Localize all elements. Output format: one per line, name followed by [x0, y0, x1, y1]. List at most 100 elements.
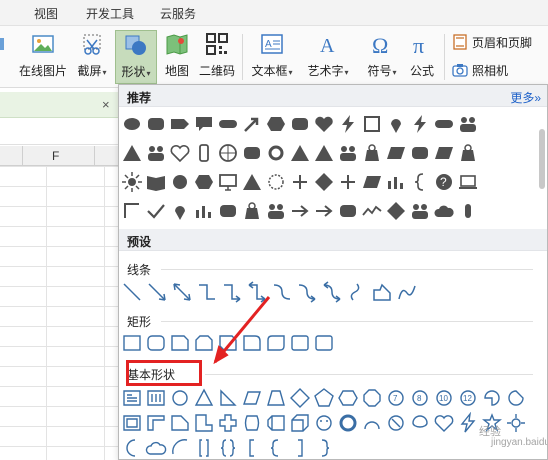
shape-option-icon[interactable]: [385, 171, 407, 193]
header-footer-button[interactable]: 页眉和页脚: [452, 32, 532, 52]
shape-option-icon[interactable]: [145, 200, 167, 222]
shape-option-icon[interactable]: [313, 113, 335, 135]
shape-option-icon[interactable]: [313, 171, 335, 193]
tab-developer[interactable]: 开发工具: [86, 5, 134, 22]
basic-shape-icon[interactable]: [289, 412, 311, 434]
formula-button[interactable]: π 公式: [404, 30, 440, 84]
shape-option-icon[interactable]: [457, 171, 479, 193]
basic-shape-icon[interactable]: [145, 387, 167, 409]
shape-option-icon[interactable]: [337, 200, 359, 222]
shape-option-icon[interactable]: [361, 113, 383, 135]
shape-option-icon[interactable]: [121, 200, 143, 222]
rect-shape-icon[interactable]: [265, 332, 287, 354]
basic-shape-icon[interactable]: [169, 412, 191, 434]
rect-shape-icon[interactable]: [217, 332, 239, 354]
basic-shape-icon[interactable]: [193, 437, 215, 459]
basic-shape-icon[interactable]: [241, 437, 263, 459]
shape-option-icon[interactable]: [265, 200, 287, 222]
basic-shape-icon[interactable]: [385, 412, 407, 434]
shape-option-icon[interactable]: [265, 142, 287, 164]
shapes-button[interactable]: 形状▾: [115, 30, 157, 84]
shape-option-icon[interactable]: [409, 171, 431, 193]
basic-shape-icon[interactable]: [313, 387, 335, 409]
shape-option-icon[interactable]: [337, 113, 359, 135]
camera-button[interactable]: 照相机: [452, 60, 508, 80]
basic-shape-icon[interactable]: [169, 437, 191, 459]
online-picture-button[interactable]: 在线图片: [14, 30, 72, 84]
shape-option-icon[interactable]: [169, 142, 191, 164]
line-shape-icon[interactable]: [271, 281, 293, 303]
shape-option-icon[interactable]: [169, 113, 191, 135]
shape-option-icon[interactable]: [193, 113, 215, 135]
qrcode-button[interactable]: 二维码: [196, 30, 238, 84]
shape-option-icon[interactable]: [121, 171, 143, 193]
line-shape-icon[interactable]: [321, 281, 343, 303]
shape-option-icon[interactable]: [193, 171, 215, 193]
rect-shape-icon[interactable]: [289, 332, 311, 354]
line-shape-icon[interactable]: [371, 281, 393, 303]
basic-shape-icon[interactable]: [145, 437, 167, 459]
basic-shape-icon[interactable]: [241, 387, 263, 409]
basic-shape-icon[interactable]: 10: [433, 387, 455, 409]
shape-option-icon[interactable]: [145, 171, 167, 193]
basic-shape-icon[interactable]: 12: [457, 387, 479, 409]
basic-shape-icon[interactable]: [217, 437, 239, 459]
line-shape-icon[interactable]: [171, 281, 193, 303]
shape-option-icon[interactable]: [385, 200, 407, 222]
shape-option-icon[interactable]: [337, 171, 359, 193]
basic-shape-icon[interactable]: [217, 387, 239, 409]
basic-shape-icon[interactable]: [337, 387, 359, 409]
shape-option-icon[interactable]: [385, 142, 407, 164]
shape-option-icon[interactable]: [145, 113, 167, 135]
basic-shape-icon[interactable]: [121, 387, 143, 409]
basic-shape-icon[interactable]: [289, 437, 311, 459]
line-shape-icon[interactable]: [396, 281, 418, 303]
shape-option-icon[interactable]: [193, 142, 215, 164]
map-button[interactable]: 地图: [160, 30, 194, 84]
line-shape-icon[interactable]: [146, 281, 168, 303]
line-shape-icon[interactable]: [246, 281, 268, 303]
basic-shape-icon[interactable]: [481, 387, 503, 409]
formula-bar[interactable]: [0, 119, 118, 145]
shape-option-icon[interactable]: [289, 171, 311, 193]
shape-option-icon[interactable]: [385, 113, 407, 135]
shape-option-icon[interactable]: [457, 200, 479, 222]
shape-option-icon[interactable]: [217, 113, 239, 135]
rect-shape-icon[interactable]: [241, 332, 263, 354]
shape-option-icon[interactable]: [217, 142, 239, 164]
line-shape-icon[interactable]: [296, 281, 318, 303]
shape-option-icon[interactable]: [169, 200, 191, 222]
basic-shape-icon[interactable]: [313, 437, 335, 459]
basic-shape-icon[interactable]: [241, 412, 263, 434]
shape-option-icon[interactable]: [313, 142, 335, 164]
basic-shape-icon[interactable]: [433, 412, 455, 434]
symbol-button[interactable]: Ω 符号▾: [362, 30, 402, 84]
panel-scrollbar[interactable]: [539, 109, 545, 439]
basic-shape-icon[interactable]: [145, 412, 167, 434]
shape-option-icon[interactable]: [313, 200, 335, 222]
line-shape-icon[interactable]: [196, 281, 218, 303]
shape-option-icon[interactable]: [337, 142, 359, 164]
rect-shape-icon[interactable]: [121, 332, 143, 354]
shape-option-icon[interactable]: [409, 200, 431, 222]
shape-option-icon[interactable]: [193, 200, 215, 222]
shape-option-icon[interactable]: [433, 200, 455, 222]
rect-shape-icon[interactable]: [193, 332, 215, 354]
cell-grid[interactable]: [0, 166, 118, 460]
basic-shape-icon[interactable]: [457, 412, 479, 434]
tab-view[interactable]: 视图: [34, 5, 58, 22]
rect-shape-icon[interactable]: [145, 332, 167, 354]
shape-option-icon[interactable]: [241, 200, 263, 222]
basic-shape-icon[interactable]: [265, 387, 287, 409]
basic-shape-icon[interactable]: [409, 412, 431, 434]
basic-shape-icon[interactable]: [361, 412, 383, 434]
basic-shape-icon[interactable]: [505, 412, 527, 434]
shape-option-icon[interactable]: [241, 142, 263, 164]
shape-option-icon[interactable]: [289, 142, 311, 164]
screenshot-button[interactable]: 截屏▾: [72, 30, 112, 84]
shape-option-icon[interactable]: [289, 113, 311, 135]
shape-option-icon[interactable]: [169, 171, 191, 193]
partial-button[interactable]: [0, 30, 6, 84]
basic-shape-icon[interactable]: [289, 387, 311, 409]
basic-shape-icon[interactable]: [121, 437, 143, 459]
